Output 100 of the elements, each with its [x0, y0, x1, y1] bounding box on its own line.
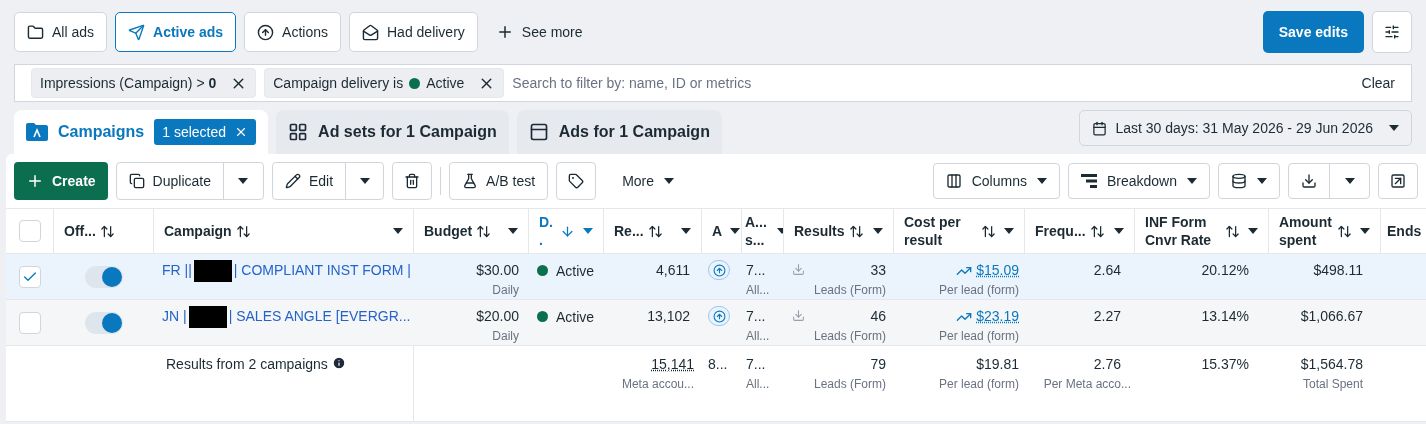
campaign-name-link[interactable]: | COMPLIANT INST FORM |: [233, 260, 411, 281]
row-checkbox[interactable]: [19, 311, 41, 334]
column-label: Re...: [614, 222, 644, 240]
frequency-value: 2.64: [1093, 261, 1121, 280]
audience-value: 7...: [746, 307, 766, 326]
table-row[interactable]: FR || | COMPLIANT INST FORM | $30.00 Daily Active 4,611 7... All... 33 Leads (Form) $15.09 Per lead (form) 2.64 20.12% $498.11: [6, 254, 1426, 300]
chart-button[interactable]: [1378, 163, 1418, 199]
column-header[interactable]: A... s...: [742, 209, 784, 253]
row-checkbox[interactable]: [19, 265, 41, 288]
arrow-up-circle-icon: [257, 23, 275, 41]
column-header[interactable]: Amount spent: [1269, 209, 1381, 253]
filter-chip[interactable]: Campaign delivery is Active: [264, 68, 505, 98]
cell-subtext: Leads (Form): [813, 328, 886, 345]
spent-value: $498.11: [1313, 261, 1363, 280]
sort-icon: [1337, 223, 1352, 239]
cost-link[interactable]: $23.19: [976, 306, 1019, 327]
cell-subtext: All...: [746, 328, 770, 345]
cell-subtext: Total Spent: [1302, 376, 1363, 393]
date-range-button[interactable]: Last 30 days: 31 May 2026 - 29 Jun 2026: [1079, 110, 1412, 146]
total-value: 8...: [708, 356, 728, 372]
filter-label: Campaign delivery is: [273, 73, 404, 93]
column-header[interactable]: Frequ...: [1025, 209, 1135, 253]
results-value: 33: [870, 261, 886, 280]
more-button[interactable]: More: [604, 162, 693, 200]
cell-subtext: Daily: [492, 328, 519, 345]
paper-plane-icon: [128, 23, 146, 41]
filter-view-button[interactable]: Had delivery: [349, 12, 478, 52]
clear-link[interactable]: Clear: [1361, 72, 1395, 94]
column-header[interactable]: Cost per result: [894, 209, 1025, 253]
info-icon[interactable]: [331, 356, 346, 370]
breakdown-icon: [1080, 174, 1097, 188]
filter-view-button[interactable]: All ads: [14, 12, 108, 52]
cell-subtext: All...: [746, 282, 770, 299]
column-header[interactable]: Off...: [54, 209, 154, 253]
caret-icon: [1389, 125, 1399, 131]
caret-icon: [664, 178, 675, 184]
results-total: 79: [870, 355, 886, 374]
redaction-block: [193, 260, 232, 282]
column-header[interactable]: Ends: [1381, 209, 1426, 253]
settings-button[interactable]: [1372, 11, 1412, 53]
tab[interactable]: Ad sets for 1 Campaign: [276, 110, 509, 154]
column-header[interactable]: Re...: [604, 209, 702, 253]
tab[interactable]: Campaigns 1 selected: [14, 110, 269, 154]
cell-subtext: Daily: [492, 282, 519, 299]
save-edits-button[interactable]: Save edits: [1262, 11, 1364, 53]
tab[interactable]: Ads for 1 Campaign: [516, 110, 722, 154]
spent-total: $1,564.78: [1300, 355, 1363, 374]
trash-icon: [404, 173, 421, 189]
sort-icon: [848, 223, 864, 239]
selection-badge[interactable]: 1 selected: [154, 119, 257, 145]
campaign-name-link[interactable]: FR ||: [162, 260, 192, 281]
toggle-switch[interactable]: [85, 311, 123, 334]
filter-chip[interactable]: Impressions (Campaign) > 0: [31, 68, 257, 98]
cell-subtext: Leads (Form): [813, 282, 886, 299]
reports-button[interactable]: [1218, 163, 1280, 199]
campaign-name-link[interactable]: | SALES ANGLE [EVERGR...: [228, 306, 411, 327]
envelope-icon: [362, 23, 379, 41]
spent-value: $1,066.67: [1300, 307, 1363, 326]
table-row[interactable]: JN | | SALES ANGLE [EVERGR... $20.00 Daily Active 13,102 7... All... 46 Leads (Form) $23.19 Per lead (form) 2.27 13.14% $1,066.67: [6, 300, 1426, 346]
column-label: Campaign: [164, 222, 232, 240]
reach-total[interactable]: 15,141: [651, 354, 694, 375]
frequency-total: 2.76: [1093, 355, 1122, 374]
filter-view-button[interactable]: Actions: [244, 12, 341, 52]
select-all-checkbox[interactable]: [18, 220, 41, 242]
filter-search-field[interactable]: Impressions (Campaign) > 0 Campaign delivery is Active Search to filter by: name, ID or metrics Clear: [14, 64, 1412, 102]
column-header[interactable]: Campaign: [154, 209, 414, 253]
cell-subtext: All...: [746, 376, 770, 393]
download-icon: [792, 309, 805, 322]
column-header[interactable]: D..: [529, 209, 604, 253]
columns-button[interactable]: Columns: [932, 163, 1060, 199]
upgrade-icon[interactable]: [708, 306, 730, 326]
breakdown-button[interactable]: Breakdown: [1067, 163, 1210, 199]
upgrade-icon[interactable]: [708, 260, 730, 280]
filter-view-button[interactable]: Active ads: [115, 12, 237, 52]
column-label: Off...: [64, 222, 96, 240]
flask-icon: [462, 173, 479, 189]
column-label: D..: [539, 213, 554, 249]
tag-button[interactable]: [556, 162, 597, 200]
cost-total: $19.81: [976, 355, 1019, 374]
sort-icon: [99, 223, 115, 239]
column-header[interactable]: Results: [784, 209, 894, 253]
cell-subtext: Per lead (form): [938, 376, 1019, 393]
reach-value: 4,611: [656, 261, 690, 280]
sort-icon: [981, 223, 996, 239]
column-header[interactable]: A: [702, 209, 742, 253]
create-button[interactable]: Create: [14, 162, 108, 200]
copy-icon: [128, 173, 145, 189]
filter-label: Impressions (Campaign) > 0: [40, 73, 217, 93]
sort-down-icon: [560, 223, 575, 239]
cell-subtext: Per lead (form): [938, 282, 1019, 299]
cost-link[interactable]: $15.09: [976, 260, 1019, 281]
column-header[interactable]: INF Form Cnvr Rate: [1135, 209, 1269, 253]
column-header[interactable]: Budget: [414, 209, 529, 253]
see-more-button[interactable]: See more: [485, 12, 593, 52]
delete-button[interactable]: [392, 162, 433, 200]
column-label: Ends: [1387, 222, 1422, 240]
ab-test-button[interactable]: A/B test: [449, 162, 549, 200]
budget-value: $20.00: [476, 307, 519, 326]
campaign-name-link[interactable]: JN |: [162, 306, 187, 327]
toggle-switch[interactable]: [85, 265, 123, 288]
